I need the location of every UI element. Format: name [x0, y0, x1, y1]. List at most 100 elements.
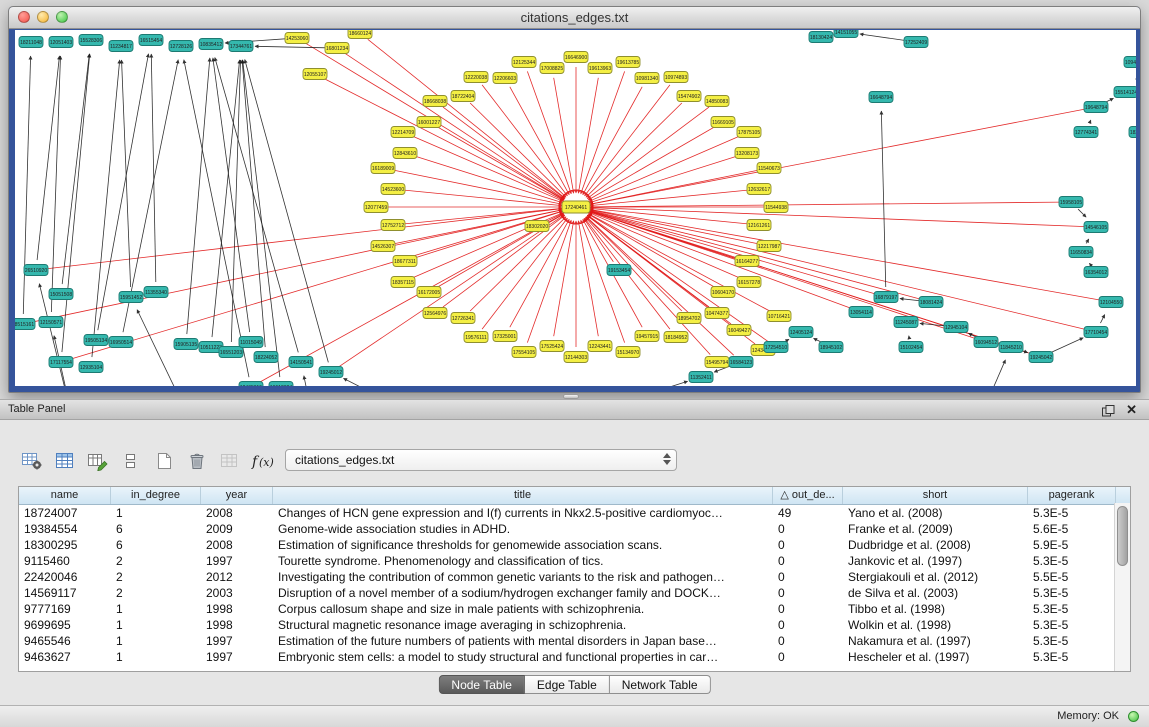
table-cell[interactable]: 2008 [201, 537, 273, 553]
graph-node[interactable]: 12055107 [303, 69, 327, 80]
graph-edge[interactable] [586, 217, 734, 356]
table-row[interactable]: 946362711997Embryonic stem cells: a mode… [19, 649, 1130, 665]
graph-node[interactable]: 16646900 [564, 52, 588, 63]
graph-edge[interactable] [92, 60, 120, 357]
table-row[interactable]: 1938455462009Genome-wide association stu… [19, 521, 1130, 537]
graph-node[interactable]: 13054114 [849, 307, 873, 318]
table-cell[interactable]: 6 [111, 521, 201, 537]
graph-edge[interactable] [860, 34, 906, 41]
graph-node[interactable]: 12843610 [393, 148, 417, 159]
graph-edge[interactable] [588, 127, 714, 200]
graph-edge[interactable] [590, 109, 1086, 204]
graph-node[interactable]: 15051508 [49, 289, 73, 300]
graph-node[interactable]: 18722404 [451, 91, 475, 102]
graph-edge[interactable] [37, 56, 59, 260]
graph-edge[interactable] [482, 218, 567, 329]
table-cell[interactable]: Franke et al. (2009) [843, 521, 1028, 537]
edit-table-icon[interactable] [84, 447, 112, 475]
table-cell[interactable]: 9699695 [19, 617, 111, 633]
graph-node[interactable]: 17325001 [493, 331, 517, 342]
graph-node[interactable]: 15495794 [705, 357, 729, 368]
table-cell[interactable]: 49 [773, 505, 843, 521]
graph-node[interactable]: 16157278 [737, 277, 761, 288]
graph-node[interactable]: 15905135 [174, 339, 198, 350]
table-cell[interactable]: 1997 [201, 553, 273, 569]
graph-node[interactable]: 12161261 [747, 220, 771, 231]
graph-node[interactable]: 12214709 [391, 127, 415, 138]
graph-node[interactable]: 17344761 [229, 41, 253, 52]
graph-node[interactable]: 16164277 [735, 256, 759, 267]
import-table-icon[interactable] [216, 447, 244, 475]
graph-node[interactable]: 12104550 [1099, 297, 1123, 308]
graph-node[interactable]: 17554105 [512, 347, 536, 358]
table-cell[interactable]: 9463627 [19, 649, 111, 665]
graph-node[interactable]: 16584123 [729, 357, 753, 368]
table-cell[interactable]: 5.9E-5 [1028, 537, 1116, 553]
graph-edge[interactable] [583, 87, 642, 195]
table-cell[interactable]: 1997 [201, 633, 273, 649]
graph-edge[interactable] [578, 78, 598, 193]
graph-node[interactable]: 10981340 [635, 73, 659, 84]
graph-edge[interactable] [554, 78, 574, 193]
graph-edge[interactable] [255, 46, 327, 48]
column-header[interactable]: title [273, 487, 773, 504]
graph-edge[interactable] [589, 156, 737, 203]
graph-edge[interactable] [590, 190, 749, 206]
graph-node[interactable]: 19457915 [635, 331, 659, 342]
graph-node[interactable]: 12405015 [239, 382, 263, 387]
column-header[interactable]: △ out_de... [773, 487, 843, 504]
graph-node[interactable]: 11015049 [239, 337, 263, 348]
graph-node[interactable]: 16551203 [219, 347, 243, 358]
graph-node[interactable]: 12243441 [588, 341, 612, 352]
table-cell[interactable]: 1997 [201, 649, 273, 665]
graph-node[interactable]: 19153454 [607, 265, 631, 276]
table-cell[interactable]: Corpus callosum shape and size in male p… [273, 601, 773, 617]
graph-node[interactable]: 19576111 [464, 332, 488, 343]
graph-edge[interactable] [590, 208, 1086, 227]
table-cell[interactable]: 5.3E-5 [1028, 649, 1116, 665]
table-cell[interactable]: Wolkin et al. (1998) [843, 617, 1028, 633]
graph-node[interactable]: 12726341 [451, 313, 475, 324]
graph-edge[interactable] [245, 59, 329, 362]
table-cell[interactable]: 6 [111, 537, 201, 553]
close-panel-icon[interactable]: ✕ [1126, 401, 1137, 419]
table-cell[interactable]: 0 [773, 633, 843, 649]
graph-edge[interactable] [554, 221, 574, 336]
delete-column-icon[interactable] [183, 447, 211, 475]
table-cell[interactable]: Hescheler et al. (1997) [843, 649, 1028, 665]
graph-node[interactable]: 16515454 [139, 35, 163, 46]
table-scrollbar[interactable] [1114, 503, 1130, 671]
graph-node[interactable]: 19648794 [1084, 102, 1108, 113]
table-cell[interactable]: 5.6E-5 [1028, 521, 1116, 537]
column-header[interactable]: in_degree [111, 487, 201, 504]
table-row[interactable]: 1872400712008Changes of HCN gene express… [19, 505, 1130, 521]
graph-edge[interactable] [482, 85, 567, 196]
table-cell[interactable]: Embryonic stem cells: a model to study s… [273, 649, 773, 665]
graph-edge[interactable] [415, 156, 563, 203]
graph-edge[interactable] [470, 217, 566, 311]
graph-node[interactable]: 11544938 [764, 202, 788, 213]
graph-node[interactable]: 14523600 [381, 184, 405, 195]
graph-node[interactable]: 18130424 [809, 32, 833, 43]
graph-edge[interactable] [62, 54, 89, 284]
graph-node[interactable]: 12051403 [49, 37, 73, 48]
table-cell[interactable]: 9777169 [19, 601, 111, 617]
graph-node[interactable]: 18668038 [423, 96, 447, 107]
graph-edge[interactable] [589, 136, 740, 201]
graph-edge[interactable] [51, 56, 60, 312]
graph-edge[interactable] [71, 211, 563, 359]
graph-edge[interactable] [586, 103, 682, 197]
table-cell[interactable]: 9115460 [19, 553, 111, 569]
table-cell[interactable]: de Silva et al. (2003) [843, 585, 1028, 601]
tab-edge-table[interactable]: Edge Table [525, 675, 610, 694]
graph-node[interactable]: 18515161 [15, 319, 35, 330]
table-row[interactable]: 969969511998Structural magnetic resonanc… [19, 617, 1130, 633]
graph-node[interactable]: 12728126 [169, 41, 193, 52]
table-cell[interactable]: 2 [111, 569, 201, 585]
table-cell[interactable]: Tourette syndrome. Phenomenology and cla… [273, 553, 773, 569]
table-cell[interactable]: 2008 [201, 505, 273, 521]
graph-node[interactable]: 18357115 [391, 277, 415, 288]
tab-network-table[interactable]: Network Table [610, 675, 711, 694]
graph-edge[interactable] [187, 58, 210, 334]
table-cell[interactable]: 19384554 [19, 521, 111, 537]
